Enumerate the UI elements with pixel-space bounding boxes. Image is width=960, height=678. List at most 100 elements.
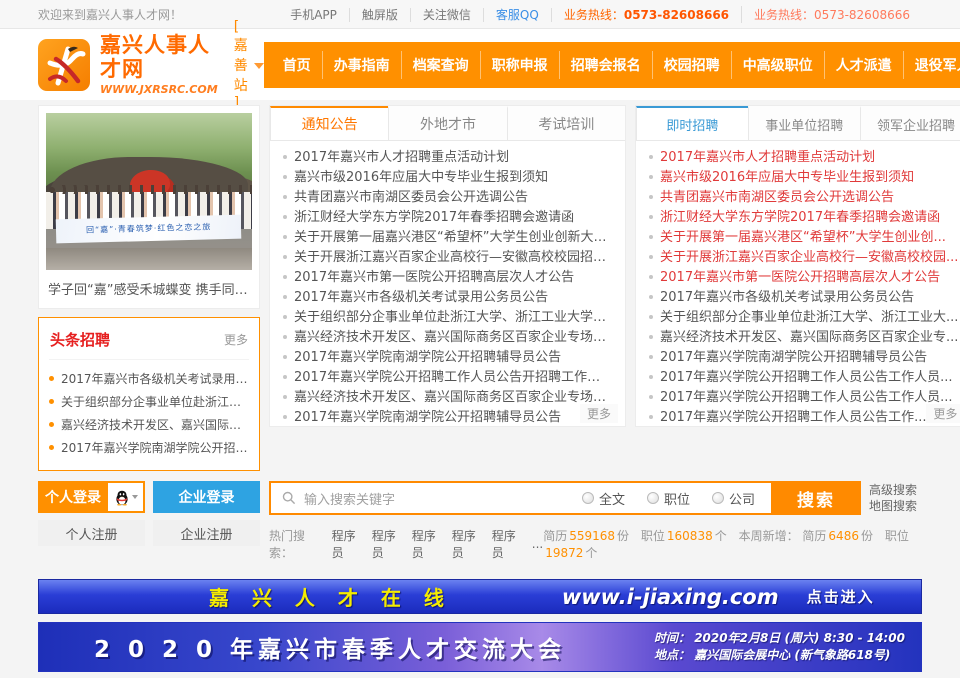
- nav-item[interactable]: 办事指南: [322, 51, 401, 79]
- jiaxing-talent-online-banner[interactable]: 嘉 兴 人 才 在 线 www.i-jiaxing.com 点击进入: [38, 579, 922, 614]
- recruit-item[interactable]: 2017年嘉兴学院公开招聘工作人员公告工作...: [649, 408, 958, 428]
- company-login-button[interactable]: 企业登录: [153, 481, 260, 513]
- recruit-item[interactable]: 共青团嘉兴市南湖区委员会公开选调公告: [649, 188, 958, 208]
- headline-item[interactable]: 2017年嘉兴市各级机关考试录用公务...: [49, 368, 249, 391]
- hot-keyword[interactable]: 程序员: [452, 527, 483, 561]
- notice-item[interactable]: 嘉兴市级2016年应届大中专毕业生报到须知: [283, 168, 612, 188]
- search-scope-radios: 全文 职位 公司: [582, 483, 771, 513]
- notice-item[interactable]: 关于组织部分企事业单位赴浙江大学、浙江工业大学招聘人才的...: [283, 308, 612, 328]
- notice-tab[interactable]: 考试培训: [507, 106, 625, 140]
- recruit-item[interactable]: 2017年嘉兴学院公开招聘工作人员公告工作人员...: [649, 388, 958, 408]
- qq-penguin-icon: [114, 489, 130, 506]
- site-logo-text[interactable]: 嘉兴人事人才网 WWW.JXRSRC.COM: [100, 33, 218, 96]
- search-input[interactable]: 输入搜索关键字: [271, 483, 582, 513]
- notice-item[interactable]: 2017年嘉兴市第一医院公开招聘高层次人才公告: [283, 268, 612, 288]
- headline-more-link[interactable]: 更多: [224, 331, 248, 348]
- scope-radio[interactable]: 职位: [647, 489, 690, 508]
- banner1-url: www.i-jiaxing.com: [562, 585, 779, 609]
- recruit-tab[interactable]: 即时招聘: [636, 106, 748, 140]
- notice-item[interactable]: 嘉兴经济技术开发区、嘉兴国际商务区百家企业专场招聘会公告: [283, 328, 612, 348]
- scope-radio[interactable]: 全文: [582, 489, 625, 508]
- notice-item[interactable]: 2017年嘉兴学院公开招聘工作人员公告开招聘工作人员公告开...: [283, 368, 612, 388]
- topbar-link[interactable]: 触屏版: [350, 8, 411, 22]
- topbar-link[interactable]: 手机APP: [278, 8, 350, 22]
- site-name: 嘉兴人事人才网: [100, 33, 218, 81]
- welcome-text: 欢迎来到嘉兴人事人才网！: [38, 6, 182, 23]
- company-register-button[interactable]: 企业注册: [153, 520, 260, 546]
- station-selector[interactable]: [ 嘉善站 ]: [234, 19, 264, 111]
- carousel-box: 回“嘉”·青春筑梦·红色之恋之旅 学子回“嘉”感受禾城蝶变 携手同 “...: [38, 105, 260, 309]
- recruit-item[interactable]: 关于开展第一届嘉兴港区“希望杯”大学生创业创...: [649, 228, 958, 248]
- qq-login-dropdown[interactable]: [108, 481, 145, 513]
- notice-item[interactable]: 嘉兴经济技术开发区、嘉兴国际商务区百家企业专场招聘会公告: [283, 388, 612, 408]
- search-side-links: 高级搜索 地图搜索: [864, 482, 922, 514]
- topbar-link[interactable]: 客服QQ: [484, 8, 552, 22]
- main-nav: 首页办事指南档案查询职称申报招聘会报名校园招聘中高级职位人才派遣退役军人招聘: [264, 42, 960, 88]
- notice-tab[interactable]: 外地才市: [388, 106, 506, 140]
- chevron-down-icon: [132, 495, 138, 499]
- notice-more-link[interactable]: 更多: [580, 404, 618, 423]
- site-logo-icon[interactable]: [38, 39, 90, 91]
- personal-login-button[interactable]: 个人登录: [38, 481, 108, 513]
- radio-icon: [712, 492, 724, 504]
- headline-item[interactable]: 嘉兴经济技术开发区、嘉兴国际商务...: [49, 414, 249, 437]
- left-column: 回“嘉”·青春筑梦·红色之恋之旅 学子回“嘉”感受禾城蝶变 携手同 “... 头…: [38, 105, 260, 471]
- nav-item[interactable]: 档案查询: [401, 51, 480, 79]
- notice-item[interactable]: 2017年嘉兴学院南湖学院公开招聘辅导员公告: [283, 348, 612, 368]
- topbar: 欢迎来到嘉兴人事人才网！ 手机APP触屏版关注微信客服QQ 业务热线：0573-…: [0, 0, 960, 29]
- personal-register-button[interactable]: 个人注册: [38, 520, 145, 546]
- notice-item[interactable]: 2017年嘉兴市人才招聘重点活动计划: [283, 148, 612, 168]
- search-button[interactable]: 搜索: [771, 481, 861, 515]
- notice-item[interactable]: 浙江财经大学东方学院2017年春季招聘会邀请函: [283, 208, 612, 228]
- recruit-item[interactable]: 2017年嘉兴学院南湖学院公开招聘辅导员公告: [649, 348, 958, 368]
- carousel-caption[interactable]: 学子回“嘉”感受禾城蝶变 携手同 “...: [46, 270, 252, 301]
- headline-item[interactable]: 2017年嘉兴学院南湖学院公开招聘辅...: [49, 437, 249, 460]
- recruit-tab[interactable]: 领军企业招聘: [860, 106, 960, 140]
- nav-item[interactable]: 招聘会报名: [559, 51, 652, 79]
- recruit-item[interactable]: 2017年嘉兴市各级机关考试录用公务员公告: [649, 288, 958, 308]
- recruit-item[interactable]: 关于开展浙江嘉兴百家企业高校行—安徽高校校园...: [649, 248, 958, 268]
- advanced-search-link[interactable]: 高级搜索: [864, 482, 922, 498]
- notice-item[interactable]: 2017年嘉兴市各级机关考试录用公务员公告: [283, 288, 612, 308]
- map-search-link[interactable]: 地图搜索: [864, 498, 922, 514]
- notice-item[interactable]: 共青团嘉兴市南湖区委员会公开选调公告: [283, 188, 612, 208]
- topbar-link[interactable]: 关注微信: [411, 8, 484, 22]
- recruit-item[interactable]: 2017年嘉兴市第一医院公开招聘高层次人才公告: [649, 268, 958, 288]
- headline-list: 2017年嘉兴市各级机关考试录用公务...关于组织部分企事业单位赴浙江大学...…: [49, 359, 249, 460]
- recruit-item[interactable]: 2017年嘉兴市人才招聘重点活动计划: [649, 148, 958, 168]
- hot-keyword[interactable]: 程序员: [492, 527, 523, 561]
- hot-keyword[interactable]: 程序员: [332, 527, 363, 561]
- carousel-photo[interactable]: 回“嘉”·青春筑梦·红色之恋之旅: [46, 113, 252, 270]
- recruit-tab[interactable]: 事业单位招聘: [748, 106, 860, 140]
- headline-item[interactable]: 关于组织部分企事业单位赴浙江大学...: [49, 391, 249, 414]
- notice-item[interactable]: 关于开展第一届嘉兴港区“希望杯”大学生创业创新大赛的通知: [283, 228, 612, 248]
- photo-ground: [46, 248, 252, 270]
- hot-keyword[interactable]: 程序员: [372, 527, 403, 561]
- nav-item[interactable]: 退役军人招聘: [903, 51, 960, 79]
- recruit-list: 2017年嘉兴市人才招聘重点活动计划嘉兴市级2016年应届大中专毕业生报到须知共…: [636, 141, 960, 428]
- nav-item[interactable]: 校园招聘: [652, 51, 731, 79]
- site-url: WWW.JXRSRC.COM: [100, 83, 218, 96]
- recruit-item[interactable]: 浙江财经大学东方学院2017年春季招聘会邀请函: [649, 208, 958, 228]
- recruit-item[interactable]: 嘉兴经济技术开发区、嘉兴国际商务区百家企业专...: [649, 328, 958, 348]
- hot-keyword[interactable]: ...: [532, 537, 543, 551]
- search-area: 输入搜索关键字 全文职位公司 搜索 高级搜索 地图搜索 热门搜索： 程序员程序员…: [269, 481, 922, 561]
- notice-item[interactable]: 2017年嘉兴学院南湖学院公开招聘辅导员公告: [283, 408, 612, 428]
- recruit-item[interactable]: 2017年嘉兴学院公开招聘工作人员公告工作人员...: [649, 368, 958, 388]
- recruit-item[interactable]: 关于组织部分企事业单位赴浙江大学、浙江工业大...: [649, 308, 958, 328]
- notice-item[interactable]: 关于开展浙江嘉兴百家企业高校行—安徽高校校园招聘活动的通...: [283, 248, 612, 268]
- nav-item[interactable]: 职称申报: [480, 51, 559, 79]
- recruit-item[interactable]: 嘉兴市级2016年应届大中专毕业生报到须知: [649, 168, 958, 188]
- notice-tab[interactable]: 通知公告: [270, 106, 388, 140]
- nav-item[interactable]: 人才派遣: [824, 51, 903, 79]
- chevron-down-icon: [254, 63, 264, 69]
- spring-job-fair-banner[interactable]: 2 0 2 0 年嘉兴市春季人才交流大会 时间： 2020年2月8日 (周六) …: [38, 622, 922, 672]
- scope-radio[interactable]: 公司: [712, 489, 755, 508]
- hot-keyword[interactable]: 程序员: [412, 527, 443, 561]
- nav-item[interactable]: 首页: [272, 51, 322, 79]
- banner1-title: 嘉 兴 人 才 在 线: [209, 582, 452, 611]
- nav-item[interactable]: 中高级职位: [731, 51, 824, 79]
- hotline-secondary: 业务热线：0573-82608666: [742, 6, 922, 23]
- headline-recruit-box: 头条招聘 更多 2017年嘉兴市各级机关考试录用公务...关于组织部分企事业单位…: [38, 317, 260, 471]
- recruit-more-link[interactable]: 更多: [926, 404, 960, 423]
